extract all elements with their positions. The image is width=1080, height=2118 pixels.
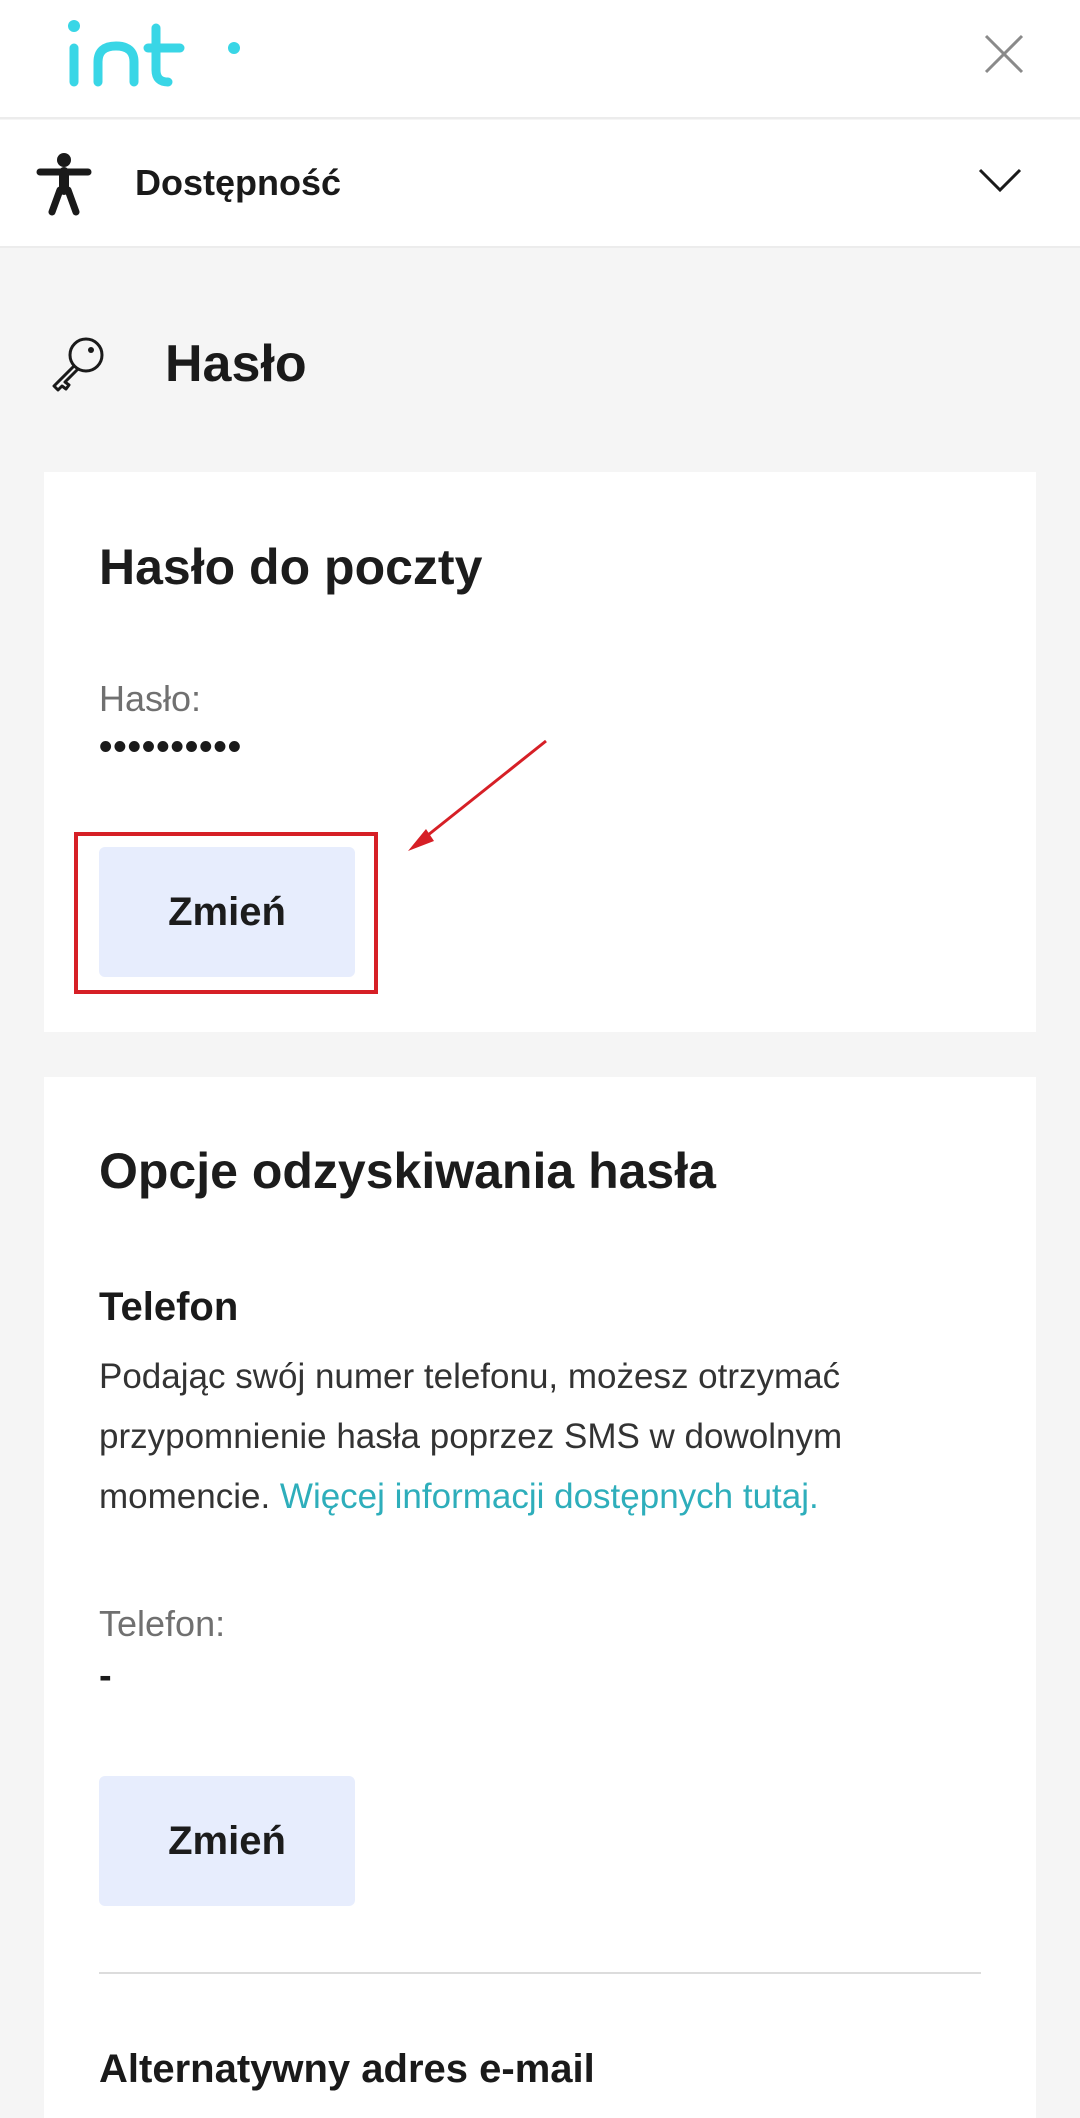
password-field-label: Hasło: bbox=[99, 678, 202, 719]
top-bar bbox=[0, 0, 1080, 119]
password-card-title: Hasło do poczty bbox=[99, 539, 483, 595]
accessibility-person-icon bbox=[36, 153, 92, 216]
accessibility-label: Dostępność bbox=[135, 162, 342, 203]
phone-description: Podając swój numer telefonu, możesz otrz… bbox=[99, 1347, 979, 1527]
recovery-options-card: Opcje odzyskiwania hasła Telefon Podając… bbox=[44, 1077, 1036, 2118]
change-phone-button[interactable]: Zmień bbox=[99, 1776, 355, 1906]
accessibility-dropdown[interactable]: Dostępność bbox=[0, 120, 1080, 248]
section-heading: Hasło bbox=[0, 318, 1080, 408]
chevron-down-icon[interactable] bbox=[976, 160, 1024, 200]
recovery-card-title: Opcje odzyskiwania hasła bbox=[99, 1143, 716, 1199]
key-icon bbox=[52, 337, 104, 392]
annotation-arrow bbox=[408, 739, 547, 851]
password-field-value: •••••••••• bbox=[99, 726, 243, 768]
int-logo bbox=[68, 20, 240, 87]
close-icon[interactable] bbox=[980, 30, 1028, 78]
more-info-link[interactable]: Więcej informacji dostępnych tutaj. bbox=[280, 1477, 819, 1516]
divider bbox=[99, 1972, 981, 1974]
phone-heading: Telefon bbox=[99, 1285, 239, 1329]
phone-field-label: Telefon: bbox=[99, 1603, 226, 1644]
page-title: Hasło bbox=[165, 335, 307, 393]
highlight-box bbox=[74, 832, 378, 994]
phone-field-value: - bbox=[99, 1655, 113, 1697]
alt-email-heading: Alternatywny adres e-mail bbox=[99, 2047, 595, 2091]
